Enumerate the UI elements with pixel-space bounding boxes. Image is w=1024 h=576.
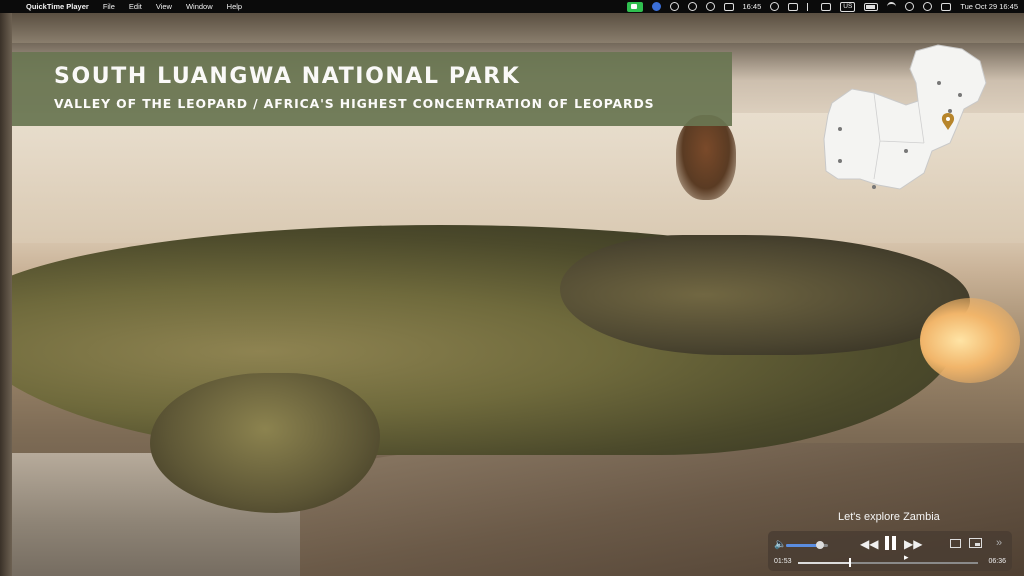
- map-marker: [838, 159, 842, 163]
- mouse-cursor-icon: ▸: [904, 552, 909, 562]
- rewind-button[interactable]: ◀◀: [860, 537, 878, 551]
- menu-help[interactable]: Help: [220, 2, 249, 11]
- current-time: 01:53: [774, 558, 792, 565]
- menubar-clock[interactable]: 16:45: [743, 2, 762, 11]
- menu-bar: QuickTime Player File Edit View Window H…: [0, 0, 1024, 13]
- zambia-map: [823, 44, 987, 190]
- wifi-icon[interactable]: [887, 2, 897, 11]
- input-source-icon[interactable]: [821, 2, 832, 11]
- search-icon[interactable]: [905, 2, 915, 11]
- map-marker: [948, 109, 952, 113]
- more-options-icon[interactable]: »: [996, 537, 1002, 549]
- monitor-icon[interactable]: [723, 2, 734, 11]
- crocodile-head: [560, 235, 970, 355]
- park-title: SOUTH LUANGWA NATIONAL PARK: [54, 64, 521, 89]
- menu-view[interactable]: View: [149, 2, 179, 11]
- user-icon[interactable]: [923, 2, 933, 11]
- input-source-label[interactable]: US: [840, 1, 856, 12]
- park-subtitle: VALLEY OF THE LEOPARD / AFRICA'S HIGHEST…: [54, 96, 655, 111]
- map-marker: [958, 93, 962, 97]
- video-frame[interactable]: SOUTH LUANGWA NATIONAL PARK VALLEY OF TH…: [0, 13, 1024, 576]
- far-riverbank: [0, 13, 1024, 43]
- status-area: 16:45 US Tue Oct 29 16:45: [626, 0, 1018, 13]
- zambia-map-shape: [823, 44, 987, 190]
- media-icon[interactable]: [669, 2, 679, 11]
- control-center-icon[interactable]: [941, 2, 952, 11]
- record-icon[interactable]: [705, 2, 715, 11]
- title-banner: SOUTH LUANGWA NATIONAL PARK VALLEY OF TH…: [12, 52, 732, 126]
- facetime-camera-icon[interactable]: [626, 1, 643, 12]
- fast-forward-button[interactable]: ▶▶: [904, 537, 922, 551]
- menu-edit[interactable]: Edit: [122, 2, 149, 11]
- scrubber-progress: [798, 562, 850, 564]
- scrubber-playhead[interactable]: [849, 558, 852, 567]
- pause-button[interactable]: [885, 536, 896, 550]
- map-marker: [838, 127, 842, 131]
- bird-in-flight: [676, 115, 736, 200]
- battery-icon[interactable]: [864, 2, 879, 11]
- cloud-icon[interactable]: [770, 2, 780, 11]
- blue-circle-icon[interactable]: [651, 2, 661, 11]
- copy-icon[interactable]: [788, 2, 799, 11]
- player-controls: 🔈 ◀◀ ▶▶ » 01:53 06:36 ▸: [768, 531, 1012, 571]
- video-left-edge: [0, 13, 12, 576]
- menu-app-name[interactable]: QuickTime Player: [19, 2, 96, 11]
- map-highlight-pin-dot: [946, 117, 950, 121]
- total-time: 06:36: [988, 558, 1006, 565]
- map-marker: [872, 185, 876, 189]
- menubar-date-time[interactable]: Tue Oct 29 16:45: [960, 2, 1018, 11]
- map-marker: [937, 81, 941, 85]
- speaker-icon[interactable]: 🔈: [774, 539, 786, 550]
- menu-file[interactable]: File: [96, 2, 122, 11]
- map-marker: [904, 149, 908, 153]
- speed-icon[interactable]: [687, 2, 697, 11]
- bluetooth-icon[interactable]: [807, 2, 812, 11]
- video-caption: Let's explore Zambia: [838, 511, 940, 523]
- menu-window[interactable]: Window: [179, 2, 220, 11]
- airplay-button[interactable]: [950, 539, 961, 548]
- picture-in-picture-button[interactable]: [969, 538, 982, 548]
- volume-level: [786, 544, 820, 547]
- volume-knob[interactable]: [815, 541, 824, 549]
- water-splash: [920, 298, 1020, 383]
